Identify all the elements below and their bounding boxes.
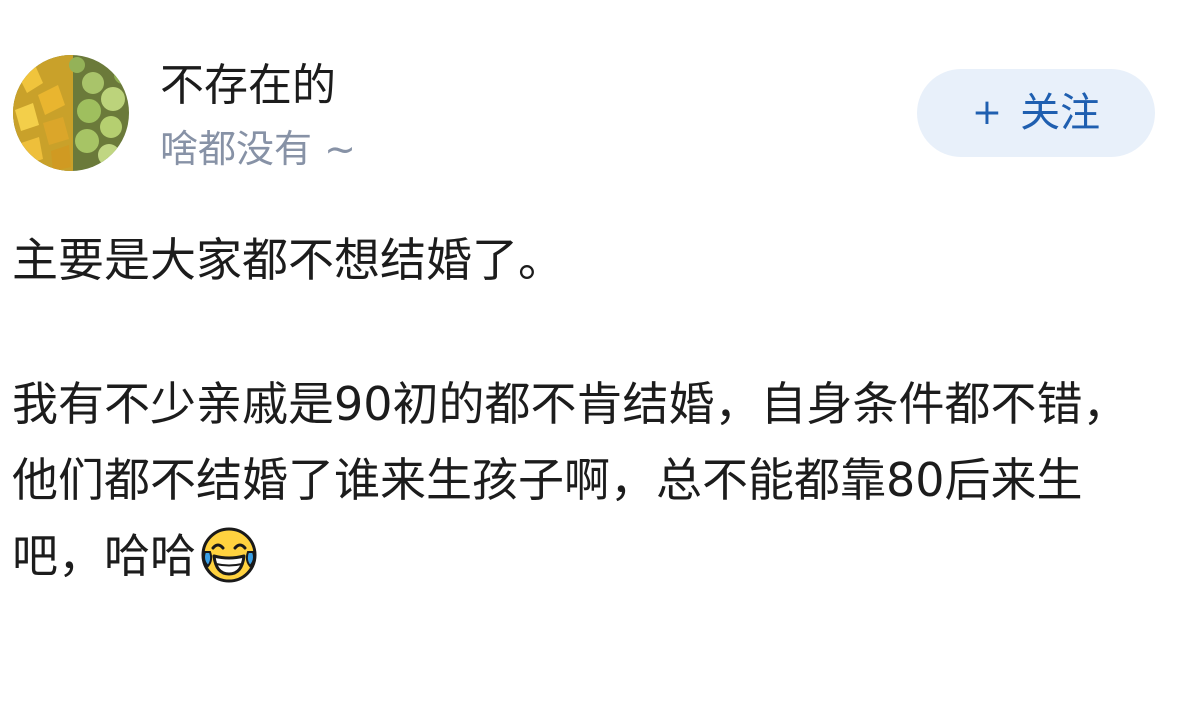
fruit-avatar-image bbox=[13, 55, 129, 171]
post-paragraph: 主要是大家都不想结婚了。 bbox=[12, 233, 564, 287]
user-bio: 啥都没有 ~ bbox=[160, 127, 356, 171]
plus-icon: + bbox=[971, 92, 1003, 133]
post-paragraph-text: 我有不少亲戚是90初的都不肯结婚，自身条件都不错，他们都不结婚了谁来生孩子啊，总… bbox=[12, 377, 1129, 583]
follow-button[interactable]: + 关注 bbox=[917, 69, 1155, 157]
post-body: 主要是大家都不想结婚了。 我有不少亲戚是90初的都不肯结婚，自身条件都不错，他们… bbox=[12, 222, 1162, 594]
user-name[interactable]: 不存在的 bbox=[160, 58, 336, 114]
follow-label: 关注 bbox=[1020, 90, 1101, 136]
laughing-with-tears-emoji-icon bbox=[201, 527, 257, 583]
post-header: 不存在的 啥都没有 ~ + 关注 bbox=[0, 0, 1200, 190]
post-paragraph: 我有不少亲戚是90初的都不肯结婚，自身条件都不错，他们都不结婚了谁来生孩子啊，总… bbox=[12, 366, 1162, 594]
user-avatar[interactable] bbox=[13, 55, 129, 171]
